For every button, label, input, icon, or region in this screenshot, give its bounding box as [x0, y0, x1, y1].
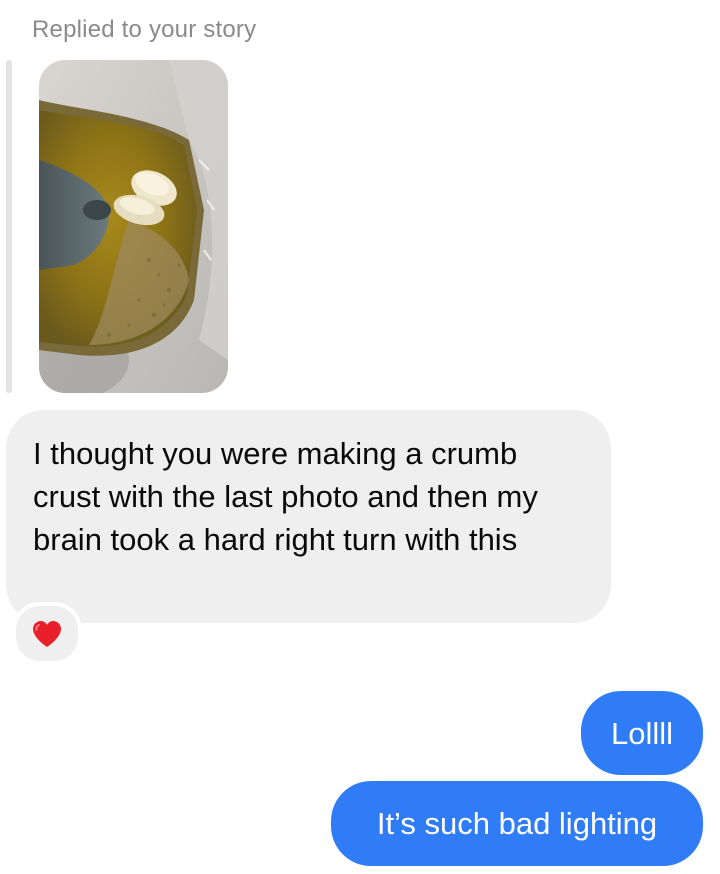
story-photo-thumbnail[interactable] [39, 60, 228, 393]
outgoing-message-text: It’s such bad lighting [376, 806, 658, 841]
story-reply-indicator-line [6, 60, 12, 393]
outgoing-message-bubble[interactable]: It’s such bad lighting [331, 781, 703, 866]
story-reply-header: Replied to your story [32, 16, 257, 43]
incoming-message-text: I thought you were making a crumb crust … [33, 436, 538, 557]
message-reaction[interactable] [12, 602, 82, 665]
incoming-message-bubble[interactable]: I thought you were making a crumb crust … [6, 410, 611, 623]
outgoing-message-bubble[interactable]: Lollll [581, 691, 703, 775]
outgoing-message-text: Lollll [610, 715, 674, 751]
heart-icon [33, 620, 61, 647]
story-photo-icon [39, 60, 228, 393]
